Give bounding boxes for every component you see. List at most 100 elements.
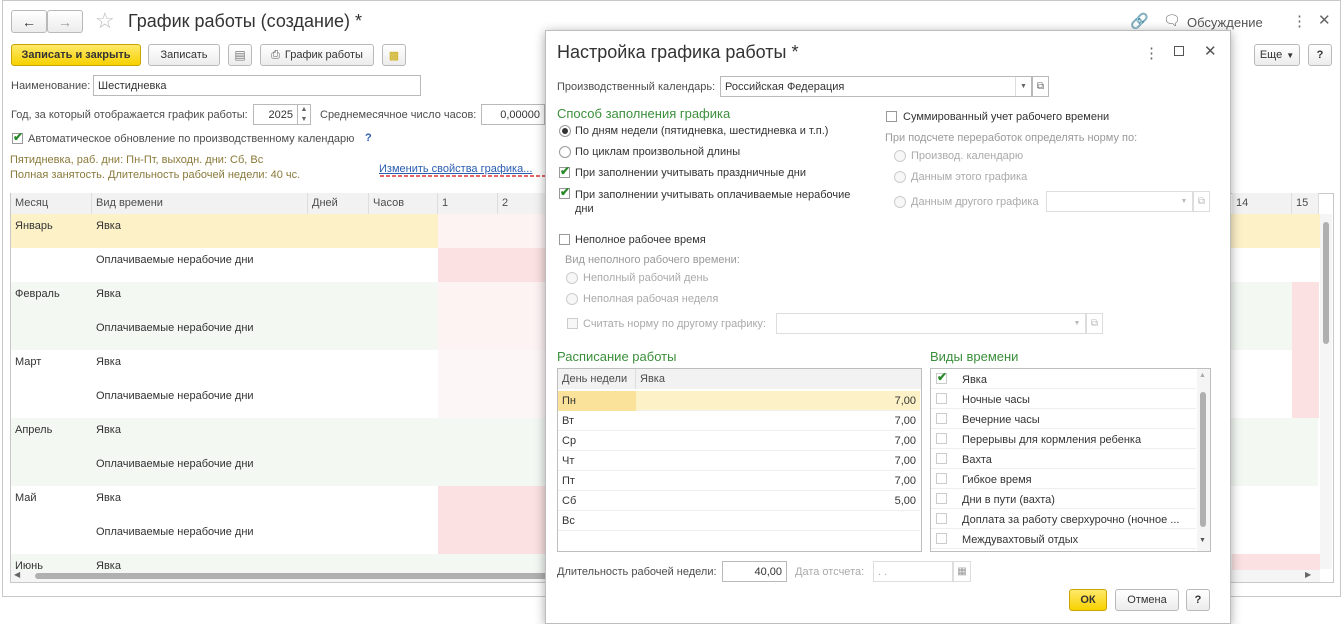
week-length-field[interactable]: 40,00: [722, 561, 787, 582]
holiday-cell[interactable]: [438, 248, 546, 282]
link-icon[interactable]: 🔗: [1130, 12, 1149, 30]
discuss-icon[interactable]: 🗨: [1163, 12, 1181, 29]
col-type[interactable]: Вид времени: [92, 193, 308, 214]
type-checkbox[interactable]: [936, 493, 947, 504]
name-field[interactable]: Шестидневка: [93, 75, 421, 96]
avg-hours-field[interactable]: 0,00000: [481, 104, 545, 125]
favorite-star-icon[interactable]: ☆: [95, 8, 115, 34]
col-day-15[interactable]: 15: [1292, 193, 1319, 214]
forward-button[interactable]: →: [47, 10, 83, 33]
col-day-2[interactable]: 2: [498, 193, 548, 214]
norm-calendar-radio[interactable]: [894, 150, 906, 162]
holiday-cell[interactable]: [438, 486, 546, 554]
calendar-field[interactable]: Российская Федерация: [720, 76, 1032, 97]
fill-week-radio[interactable]: [559, 125, 571, 137]
type-checkbox[interactable]: [936, 533, 947, 544]
calendar-open-icon[interactable]: ⧉: [1032, 76, 1049, 97]
sched-day: Пн: [562, 395, 576, 407]
holiday-cell[interactable]: [438, 350, 546, 418]
more-button[interactable]: Еще ▼: [1254, 44, 1300, 66]
holidays-checkbox[interactable]: [559, 164, 570, 178]
scroll-left-icon[interactable]: ◀: [14, 570, 20, 579]
help-button[interactable]: ?: [1308, 44, 1332, 66]
holiday-cell[interactable]: [1232, 554, 1320, 570]
type-checkbox[interactable]: [936, 453, 947, 464]
norm-other-radio[interactable]: [894, 196, 906, 208]
other-norm-dropdown-icon[interactable]: ▼: [1069, 314, 1085, 333]
discuss-link[interactable]: Обсуждение: [1187, 15, 1263, 30]
types-scroll-down-icon[interactable]: ▼: [1199, 537, 1206, 544]
document-button[interactable]: ▤: [228, 44, 252, 66]
col-days[interactable]: Дней: [308, 193, 369, 214]
month-feb: Февраль: [15, 288, 60, 300]
report-button[interactable]: ▩: [382, 44, 406, 66]
maximize-icon[interactable]: [1174, 46, 1184, 56]
calendar-picker-icon[interactable]: ▦: [953, 561, 971, 582]
dialog-help-button[interactable]: ?: [1186, 589, 1210, 611]
more-menu-icon[interactable]: ⋮: [1292, 12, 1307, 30]
ref-date-field[interactable]: . .: [873, 561, 953, 582]
save-close-button[interactable]: Записать и закрыть: [11, 44, 141, 66]
dialog-more-icon[interactable]: ⋮: [1144, 44, 1159, 62]
other-norm-checkbox[interactable]: [567, 318, 578, 329]
sched-val: 7,00: [894, 415, 916, 427]
paid-nonwork-label: При заполнении учитывать оплачиваемые не…: [575, 189, 851, 215]
ref-date-label: Дата отсчета:: [795, 566, 865, 578]
schedule-print-button[interactable]: ⎙ График работы: [260, 44, 374, 66]
month-may: Май: [15, 492, 37, 504]
sched-day: Пт: [562, 475, 575, 487]
holiday-cell[interactable]: [438, 282, 546, 350]
fill-cycle-radio[interactable]: [559, 146, 571, 158]
norm-other-dropdown-icon[interactable]: ▼: [1176, 192, 1192, 211]
sched-day: Вс: [562, 515, 575, 527]
auto-update-checkbox[interactable]: [12, 130, 23, 144]
schedule-header: Расписание работы: [557, 349, 677, 364]
back-button[interactable]: ←: [11, 10, 47, 33]
other-norm-field[interactable]: [776, 313, 1086, 334]
type-checkbox[interactable]: [936, 413, 947, 424]
ok-button[interactable]: ОК: [1069, 589, 1107, 611]
types-scroll-thumb[interactable]: [1200, 392, 1206, 527]
schedule-col-day[interactable]: День недели: [558, 369, 636, 389]
type-label: Междувахтовый отдых: [962, 534, 1079, 546]
type-checkbox[interactable]: [936, 433, 947, 444]
norm-other-open-icon[interactable]: ⧉: [1193, 191, 1210, 212]
paid-nonwork-checkbox[interactable]: [559, 185, 570, 199]
part-time-checkbox[interactable]: [559, 234, 570, 245]
year-field[interactable]: 2025: [253, 104, 298, 125]
summ-checkbox[interactable]: [886, 111, 897, 122]
close-icon[interactable]: ✕: [1318, 11, 1331, 29]
more-label: Еще: [1259, 49, 1283, 61]
dialog-close-icon[interactable]: ✕: [1204, 42, 1217, 60]
col-month[interactable]: Месяц: [11, 193, 92, 214]
col-hours[interactable]: Часов: [369, 193, 438, 214]
type-checkbox[interactable]: [936, 473, 947, 484]
arrow-left-icon: ←: [22, 13, 36, 30]
part-day-radio[interactable]: [566, 272, 578, 284]
grid-vscroll-thumb[interactable]: [1323, 222, 1329, 344]
grid-hscroll-thumb[interactable]: [35, 573, 555, 579]
schedule-col-val[interactable]: Явка: [636, 369, 921, 389]
document-icon: ▤: [234, 48, 246, 62]
cancel-button[interactable]: Отмена: [1115, 589, 1179, 611]
type-checkbox[interactable]: [936, 393, 947, 404]
schedule-row[interactable]: [558, 511, 920, 531]
type-checkbox[interactable]: [936, 513, 947, 524]
types-scroll-up-icon[interactable]: ▲: [1199, 372, 1206, 379]
holiday-cell[interactable]: [438, 214, 546, 248]
norm-other-field[interactable]: [1046, 191, 1193, 212]
calendar-label: Производственный календарь:: [557, 81, 716, 93]
holiday-cell[interactable]: [1292, 282, 1319, 418]
year-stepper[interactable]: ▲ ▼: [297, 104, 311, 125]
type-checkbox[interactable]: [936, 370, 947, 384]
type-mar-1: Явка: [96, 356, 121, 368]
calendar-dropdown-icon[interactable]: ▼: [1015, 77, 1031, 96]
auto-update-help[interactable]: ?: [365, 132, 372, 144]
other-norm-open-icon[interactable]: ⧉: [1086, 313, 1103, 334]
part-week-radio[interactable]: [566, 293, 578, 305]
norm-this-radio[interactable]: [894, 171, 906, 183]
scroll-right-icon[interactable]: ▶: [1305, 570, 1311, 579]
col-day-14[interactable]: 14: [1232, 193, 1292, 214]
col-day-1[interactable]: 1: [438, 193, 498, 214]
save-button[interactable]: Записать: [148, 44, 220, 66]
